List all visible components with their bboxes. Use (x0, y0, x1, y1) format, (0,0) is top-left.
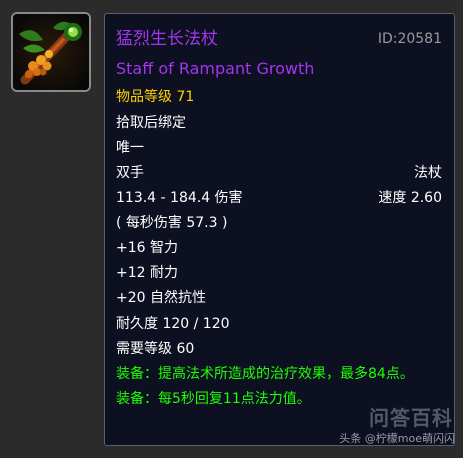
equip-effect-healing: 装备：提高法术所造成的治疗效果，最多84点。 (116, 366, 414, 382)
item-speed: 速度 2.60 (378, 190, 442, 206)
item-slot: 双手 (116, 165, 144, 181)
item-dps: ( 每秒伤害 57.3 ) (116, 215, 228, 231)
stat-nature-resistance: +20 自然抗性 (116, 290, 206, 306)
item-tooltip: 猛烈生长法杖 ID:20581 Staff of Rampant Growth … (104, 13, 455, 446)
item-binding: 拾取后绑定 (116, 115, 186, 131)
watermark-author: 头条 @柠檬moe萌闪闪 (339, 432, 455, 445)
item-name-cn: 猛烈生长法杖 (116, 29, 218, 49)
item-damage: 113.4 - 184.4 伤害 (116, 190, 243, 206)
stat-intellect: +16 智力 (116, 240, 178, 256)
stat-stamina: +12 耐力 (116, 265, 178, 281)
watermark-logo: 问答百科 (369, 406, 453, 430)
slot-type-row: 双手 法杖 (116, 164, 442, 182)
item-type: 法杖 (414, 165, 442, 181)
item-required-level: 需要等级 60 (116, 341, 195, 357)
staff-of-rampant-growth-icon (13, 14, 89, 90)
tooltip-header-row: 猛烈生长法杖 ID:20581 (116, 28, 442, 50)
item-icon-frame[interactable] (11, 12, 91, 92)
item-name-en: Staff of Rampant Growth (116, 59, 315, 78)
item-level: 物品等级 71 (116, 89, 195, 105)
item-durability: 耐久度 120 / 120 (116, 316, 230, 332)
damage-speed-row: 113.4 - 184.4 伤害 速度 2.60 (116, 189, 442, 207)
item-id: ID:20581 (377, 31, 442, 47)
item-unique: 唯一 (116, 140, 144, 156)
